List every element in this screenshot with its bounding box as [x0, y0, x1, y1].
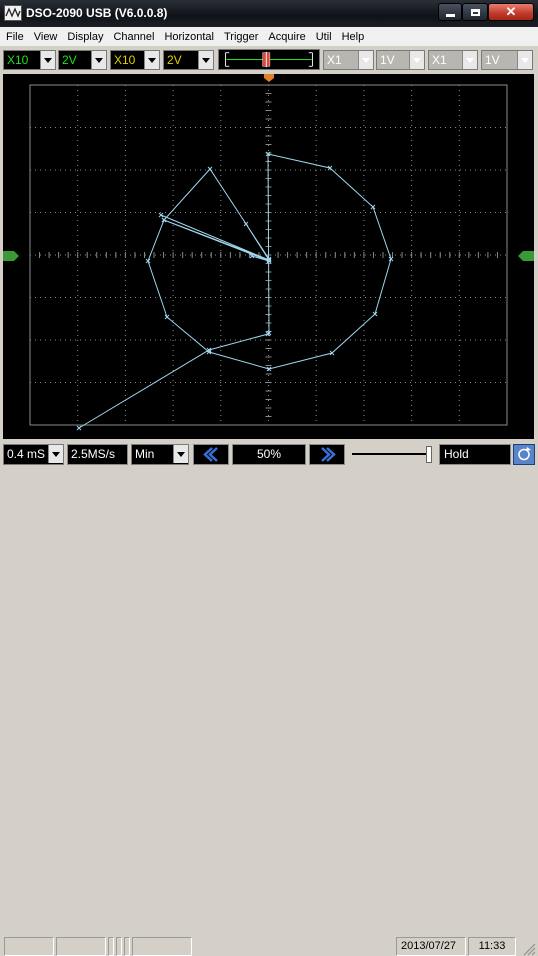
- trace-point: [76, 425, 82, 431]
- ch4-probe-value: X1: [432, 53, 447, 67]
- position-slider[interactable]: [348, 444, 436, 465]
- status-cell-1: [4, 937, 54, 956]
- timebase-value: 0.4 mS: [7, 447, 46, 461]
- status-cell-5: [124, 937, 130, 956]
- menu-display[interactable]: Display: [61, 31, 107, 43]
- title-bar: DSO-2090 USB (V6.0.0.8) ✕: [0, 0, 538, 27]
- ch4-volts-value: 1V: [485, 53, 500, 67]
- resize-grip-icon[interactable]: [520, 940, 536, 956]
- ch4-volts-select[interactable]: 1V: [481, 50, 533, 70]
- sample-rate-display: 2.5MS/s: [67, 444, 128, 465]
- window-title: DSO-2090 USB (V6.0.0.8): [26, 6, 168, 20]
- ch3-volts-select[interactable]: 1V: [376, 50, 425, 70]
- minimize-button[interactable]: [438, 3, 462, 21]
- scope-display[interactable]: [3, 74, 534, 439]
- status-cell-6: [132, 937, 192, 956]
- ch1-probe-value: X10: [7, 53, 29, 67]
- chevron-down-icon[interactable]: [40, 51, 55, 69]
- scroll-left-button[interactable]: [193, 444, 229, 465]
- slider-track: [352, 453, 432, 455]
- status-cell-4: [116, 937, 122, 956]
- chevron-down-icon[interactable]: [48, 445, 63, 463]
- close-button[interactable]: ✕: [488, 3, 534, 21]
- ch2-volts-value: 2V: [167, 53, 182, 67]
- chevron-down-icon[interactable]: [358, 51, 373, 69]
- ch2-volts-select[interactable]: 2V: [163, 50, 214, 70]
- double-chevron-left-icon: [203, 447, 218, 462]
- ch2-probe-select[interactable]: X10: [110, 50, 160, 70]
- chevron-down-icon[interactable]: [91, 51, 106, 69]
- trace-point: [158, 212, 164, 218]
- trace-points: [76, 151, 394, 431]
- bottom-control-bar: 0.4 mS 2.5MS/s Min 50% Hold: [0, 440, 538, 467]
- hold-display[interactable]: Hold: [439, 444, 511, 465]
- trigger-position-slider[interactable]: [218, 49, 320, 70]
- ch3-probe-select[interactable]: X1: [323, 50, 374, 70]
- slider-thumb[interactable]: [426, 446, 432, 463]
- chevron-down-icon[interactable]: [462, 51, 477, 69]
- chevron-down-icon[interactable]: [409, 51, 424, 69]
- trigger-marker: [264, 74, 274, 82]
- menu-horizontal[interactable]: Horizontal: [158, 31, 218, 43]
- acquire-mode-select[interactable]: Min: [131, 444, 189, 465]
- chevron-down-icon[interactable]: [198, 51, 213, 69]
- chevron-down-icon[interactable]: [173, 445, 188, 463]
- double-chevron-right-icon: [321, 447, 336, 462]
- auto-button[interactable]: [513, 444, 535, 465]
- status-cell-3: [108, 937, 114, 956]
- minimize-icon: [445, 14, 455, 17]
- trace-point: [243, 221, 249, 227]
- position-display: 50%: [232, 444, 306, 465]
- ch2-ground-marker: [518, 251, 534, 261]
- refresh-icon: [518, 447, 531, 461]
- app-icon: [4, 5, 22, 21]
- maximize-button[interactable]: [462, 3, 488, 21]
- acquire-mode-value: Min: [135, 447, 155, 461]
- ch1-probe-select[interactable]: X10: [3, 50, 56, 70]
- status-date: 2013/07/27: [396, 937, 466, 956]
- ch1-volts-select[interactable]: 2V: [58, 50, 107, 70]
- oscilloscope-window: DSO-2090 USB (V6.0.0.8) ✕ File View Disp…: [0, 0, 538, 956]
- maximize-icon: [470, 8, 480, 16]
- menu-help[interactable]: Help: [336, 31, 369, 43]
- position-value: 50%: [256, 447, 282, 461]
- menu-trigger[interactable]: Trigger: [218, 31, 262, 43]
- close-icon: ✕: [505, 4, 517, 19]
- menu-view[interactable]: View: [28, 31, 62, 43]
- status-bar: 2013/07/27 11:33: [0, 468, 538, 956]
- menu-bar: File View Display Channel Horizontal Tri…: [0, 27, 538, 46]
- sample-rate-value: 2.5MS/s: [71, 447, 116, 461]
- xy-plot[interactable]: [3, 74, 534, 439]
- ch3-volts-value: 1V: [380, 53, 395, 67]
- chevron-down-icon[interactable]: [144, 51, 159, 69]
- ch2-probe-value: X10: [114, 53, 136, 67]
- ch1-ground-marker: [3, 251, 19, 261]
- menu-channel[interactable]: Channel: [107, 31, 158, 43]
- timebase-select[interactable]: 0.4 mS: [3, 444, 64, 465]
- ch1-volts-value: 2V: [62, 53, 77, 67]
- menu-util[interactable]: Util: [310, 31, 336, 43]
- status-time: 11:33: [468, 937, 516, 956]
- ch4-probe-select[interactable]: X1: [428, 50, 478, 70]
- chevron-down-icon[interactable]: [517, 51, 532, 69]
- scroll-right-button[interactable]: [309, 444, 345, 465]
- ch3-probe-value: X1: [327, 53, 342, 67]
- hold-label: Hold: [444, 447, 469, 461]
- menu-file[interactable]: File: [0, 31, 28, 43]
- menu-acquire[interactable]: Acquire: [262, 31, 309, 43]
- status-cell-2: [56, 937, 106, 956]
